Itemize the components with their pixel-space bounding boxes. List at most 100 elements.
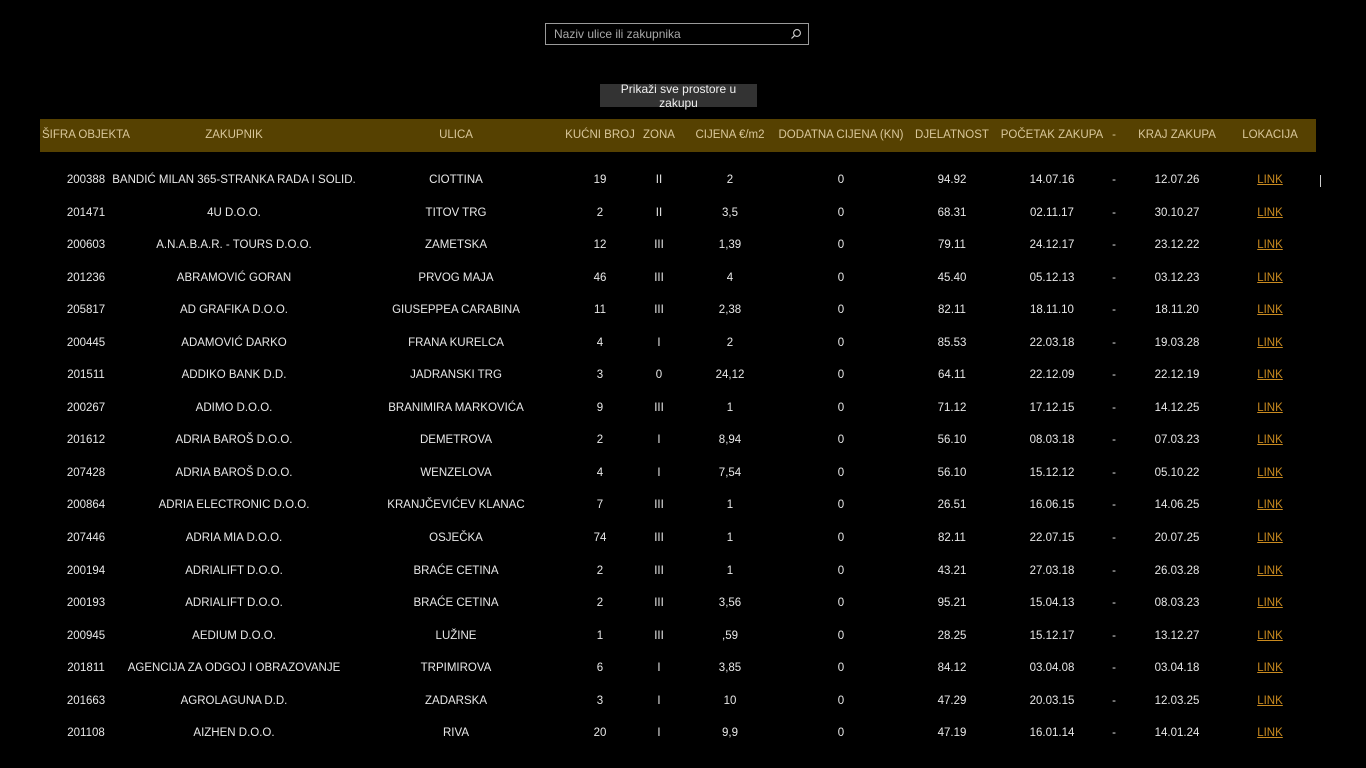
header-col-zona: ZONA	[643, 129, 675, 141]
location-link[interactable]: LINK	[1257, 164, 1283, 197]
header-col-kucni-broj: KUĆNI BROJ	[565, 129, 635, 141]
table-row: 201612 ADRIA BAROŠ D.O.O. DEMETROVA 2 I 8,94 0…	[0, 424, 1366, 457]
location-link[interactable]: LINK	[1257, 359, 1283, 392]
cell-separator: -	[1112, 499, 1116, 512]
cell-dodatna-cijena: 0	[837, 532, 845, 545]
cell-kucni-broj: 46	[593, 271, 607, 284]
location-link[interactable]: LINK	[1257, 717, 1283, 750]
page: Prikaži sve prostore u zakupu ŠIFRA OBJE…	[0, 0, 1366, 768]
cell-djelatnost: 68.31	[937, 206, 967, 219]
cell-kraj-zakupa: 07.03.23	[1154, 434, 1200, 447]
cell-cijena: 10	[723, 694, 737, 707]
location-link[interactable]: LINK	[1257, 555, 1283, 588]
cell-pocetak-zakupa: 24.12.17	[1029, 239, 1075, 252]
location-link[interactable]: LINK	[1257, 620, 1283, 653]
cell-cijena: 1	[726, 499, 734, 512]
cell-kucni-broj: 20	[593, 727, 607, 740]
cell-kucni-broj: 4	[596, 336, 604, 349]
location-link[interactable]: LINK	[1257, 457, 1283, 490]
cell-ulica: FRANA KURELCA	[408, 336, 504, 349]
cell-zakupnik: ADRIA BAROŠ D.O.O.	[175, 466, 293, 479]
location-link[interactable]: LINK	[1257, 685, 1283, 718]
cell-separator: -	[1112, 336, 1116, 349]
cell-pocetak-zakupa: 22.07.15	[1029, 532, 1075, 545]
cell-separator: -	[1112, 304, 1116, 317]
cell-dodatna-cijena: 0	[837, 369, 845, 382]
cell-zona: III	[654, 271, 664, 284]
cell-pocetak-zakupa: 16.06.15	[1029, 499, 1075, 512]
search-box[interactable]	[545, 23, 809, 45]
cell-ulica: BRAĆE CETINA	[413, 564, 499, 577]
location-link[interactable]: LINK	[1257, 522, 1283, 555]
cell-cijena: 2	[726, 336, 734, 349]
cell-zakupnik: ADRIA MIA D.O.O.	[185, 532, 283, 545]
table-row: 207446 ADRIA MIA D.O.O. OSJEČKA 74 III 1 0 82.1…	[0, 522, 1366, 555]
cell-kraj-zakupa: 12.03.25	[1154, 694, 1200, 707]
cell-dodatna-cijena: 0	[837, 304, 845, 317]
cell-cijena: 24,12	[715, 369, 745, 382]
location-link[interactable]: LINK	[1257, 262, 1283, 295]
cell-zakupnik: 4U D.O.O.	[207, 206, 261, 219]
cell-cijena: 1	[726, 532, 734, 545]
cell-sifra-objekta: 201612	[66, 434, 106, 447]
cell-kucni-broj: 6	[596, 662, 604, 675]
cell-sifra-objekta: 207428	[66, 466, 106, 479]
cell-zona: I	[657, 466, 661, 479]
search-icon[interactable]	[786, 24, 806, 44]
cell-djelatnost: 94.92	[937, 174, 967, 186]
cell-zona: I	[657, 336, 661, 349]
cell-zakupnik: ADRIALIFT D.O.O.	[185, 564, 283, 577]
cell-separator: -	[1112, 727, 1116, 740]
cell-pocetak-zakupa: 15.04.13	[1029, 597, 1075, 610]
cell-cijena: ,59	[722, 629, 738, 642]
cell-zakupnik: A.N.A.B.A.R. - TOURS D.O.O.	[156, 239, 312, 252]
cell-cijena: 3,56	[718, 597, 742, 610]
cell-ulica: BRAĆE CETINA	[413, 597, 499, 610]
cell-zakupnik: BANDIĆ MILAN 365-STRANKA RADA I SOLID.	[112, 174, 356, 186]
cell-pocetak-zakupa: 08.03.18	[1029, 434, 1075, 447]
location-link[interactable]: LINK	[1257, 489, 1283, 522]
cell-zona: III	[654, 597, 664, 610]
cell-kucni-broj: 4	[596, 466, 604, 479]
location-link[interactable]: LINK	[1257, 294, 1283, 327]
cell-cijena: 1,39	[718, 239, 742, 252]
location-link[interactable]: LINK	[1257, 424, 1283, 457]
location-link[interactable]: LINK	[1257, 587, 1283, 620]
scrollbar[interactable]	[1320, 175, 1321, 187]
cell-djelatnost: 71.12	[937, 401, 967, 414]
cell-cijena: 1	[726, 401, 734, 414]
location-link[interactable]: LINK	[1257, 229, 1283, 262]
cell-cijena: 3,85	[718, 662, 742, 675]
cell-dodatna-cijena: 0	[837, 694, 845, 707]
cell-sifra-objekta: 200194	[66, 564, 106, 577]
cell-zakupnik: ADRIA BAROŠ D.O.O.	[175, 434, 293, 447]
cell-kucni-broj: 2	[596, 597, 604, 610]
show-all-button[interactable]: Prikaži sve prostore u zakupu	[600, 82, 757, 110]
table-row: 207428 ADRIA BAROŠ D.O.O. WENZELOVA 4 I 7,54 0…	[0, 457, 1366, 490]
cell-zona: III	[654, 239, 664, 252]
cell-djelatnost: 56.10	[937, 434, 967, 447]
header-col-cijena: CIJENA €/m2	[695, 129, 765, 141]
cell-pocetak-zakupa: 05.12.13	[1029, 271, 1075, 284]
cell-kraj-zakupa: 14.01.24	[1154, 727, 1200, 740]
search-input[interactable]	[546, 24, 786, 44]
location-link[interactable]: LINK	[1257, 392, 1283, 425]
cell-sifra-objekta: 200267	[66, 401, 106, 414]
location-link[interactable]: LINK	[1257, 327, 1283, 360]
location-link[interactable]: LINK	[1257, 652, 1283, 685]
cell-sifra-objekta: 200864	[66, 499, 106, 512]
cell-zona: 0	[655, 369, 663, 382]
cell-sifra-objekta: 201108	[67, 727, 105, 740]
cell-dodatna-cijena: 0	[837, 466, 845, 479]
cell-dodatna-cijena: 0	[837, 206, 845, 219]
cell-sifra-objekta: 200445	[66, 336, 106, 349]
cell-ulica: CIOTTINA	[429, 174, 483, 186]
cell-djelatnost: 84.12	[937, 662, 967, 675]
cell-dodatna-cijena: 0	[837, 434, 845, 447]
cell-separator: -	[1112, 271, 1116, 284]
cell-ulica: GIUSEPPEA CARABINA	[392, 304, 520, 317]
cell-dodatna-cijena: 0	[837, 174, 845, 186]
cell-kraj-zakupa: 30.10.27	[1154, 206, 1200, 219]
cell-zona: III	[654, 401, 664, 414]
location-link[interactable]: LINK	[1257, 197, 1283, 230]
